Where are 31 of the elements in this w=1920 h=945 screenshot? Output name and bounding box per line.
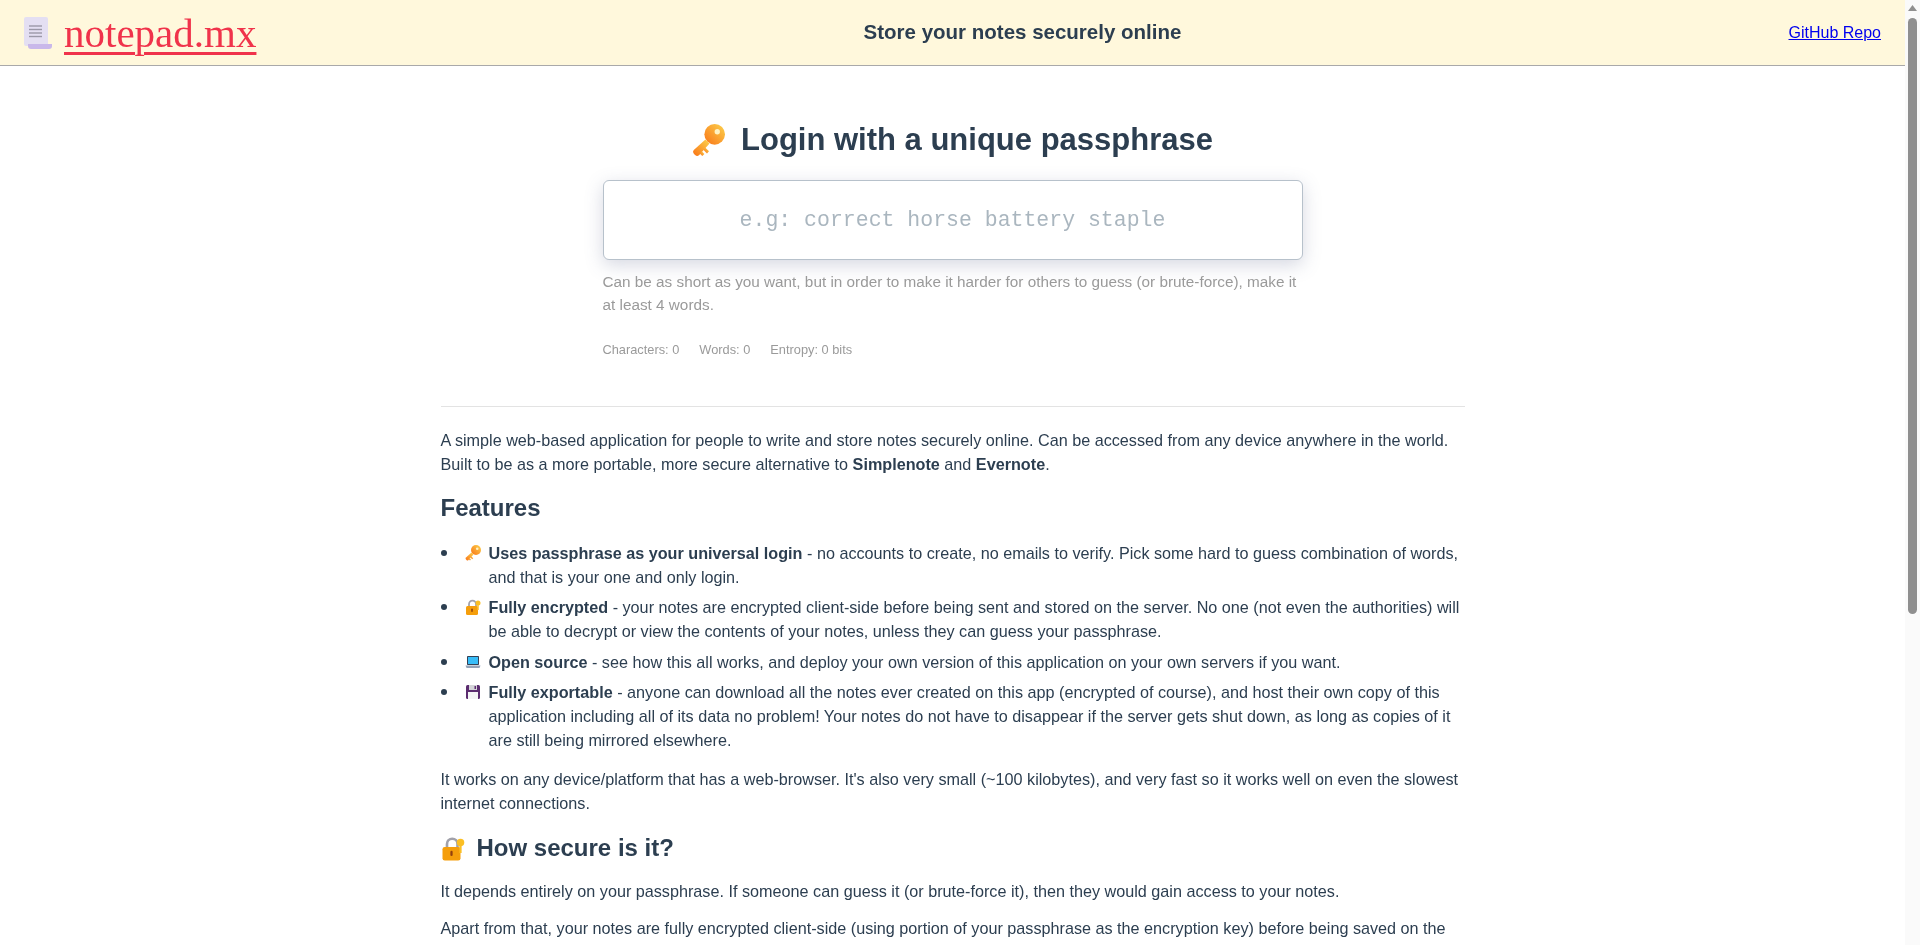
scrollbar-thumb[interactable] bbox=[1908, 18, 1917, 614]
bullet-icon bbox=[440, 549, 447, 556]
bullet-icon bbox=[440, 604, 447, 611]
bullet-icon bbox=[440, 689, 447, 696]
feature-text: Uses passphrase as your universal login - no accounts to create, no emails to verify. Pick some hard to guess combination of words, and that is your one and only login. bbox=[488, 542, 1460, 588]
passphrase-stat: Entropy: 0 bits bbox=[770, 340, 853, 359]
document-icon bbox=[24, 16, 52, 49]
passphrase-stat: Characters: 0 bbox=[602, 340, 680, 359]
key-icon bbox=[464, 544, 481, 561]
feature-text: Open source - see how this all works, and deploy your own version of this application on your own servers if you want. bbox=[488, 651, 1342, 673]
bullet-icon bbox=[440, 658, 447, 665]
features-heading: Features bbox=[440, 492, 542, 523]
login-heading: Login with a unique passphrase bbox=[741, 121, 1213, 159]
laptop-icon bbox=[464, 653, 481, 670]
feature-text: Fully encrypted - your notes are encrypted client-side before being sent and stored on the server. No one (not even the authorities) will be able to decrypt or view the contents of your notes, unless they can guess your passphrase. bbox=[488, 597, 1461, 643]
feature-text: Fully exportable - anyone can download all the notes ever created on this app (encrypted of course), and host their own copy of this application including all of its data no problem! Your notes do not have to disappear if the server gets shut down, as long as copies of it are still being mirrored elsewhere. bbox=[488, 682, 1452, 752]
tagline: Store your notes securely online bbox=[863, 19, 1182, 46]
passphrase-hint: Can be as short as you want, but in order to make it harder for others to guess (or brute-force), make it at least 4 words. bbox=[602, 272, 1298, 316]
security-paragraph: Apart from that, your notes are fully encrypted client-side (using portion of your passphrase as the encryption key) before being saved on the bbox=[440, 918, 1447, 940]
security-heading: How secure is it? bbox=[476, 833, 674, 864]
key-icon bbox=[692, 123, 725, 157]
padlock-key-icon bbox=[440, 835, 465, 861]
passphrase-field[interactable]: e.g: correct horse battery staple bbox=[602, 180, 1303, 260]
scroll-up-icon[interactable] bbox=[1908, 5, 1917, 11]
security-paragraph: It depends entirely on your passphrase. If someone can guess it (or brute-force it), then they would gain access to your notes. bbox=[440, 881, 1341, 903]
github-repo-link[interactable]: GitHub Repo bbox=[1788, 20, 1881, 45]
passphrase-stat: Words: 0 bbox=[699, 340, 751, 359]
padlock-key-icon bbox=[464, 599, 481, 616]
platform-paragraph: It works on any device/platform that has a web-browser. It's also very small (~100 kilobytes), and very fast so it works well on even the slowest internet connections. bbox=[440, 769, 1459, 815]
logo-link[interactable]: notepad.mx bbox=[64, 8, 257, 57]
intro-paragraph: A simple web-based application for people to write and store notes securely online. Can be accessed from any device anywhere in the world. Built to be as a more portable, more secure alternative to Simplenote and Evernote. bbox=[440, 429, 1450, 475]
